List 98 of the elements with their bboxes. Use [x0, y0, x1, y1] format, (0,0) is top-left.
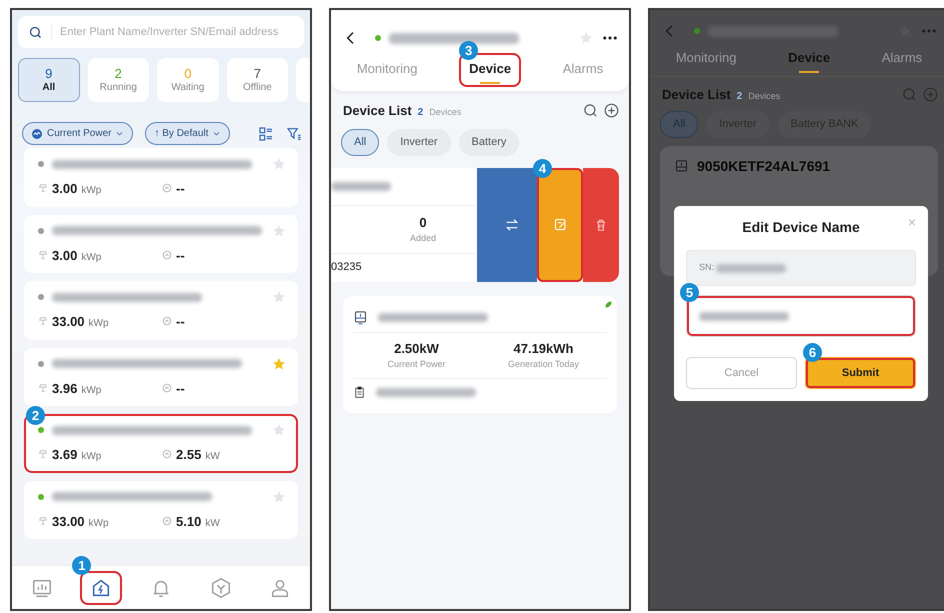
added-count: 0: [419, 214, 427, 232]
star-icon[interactable]: [272, 490, 286, 504]
solar-panel-icon: [38, 382, 48, 392]
step-number-badge: 1: [72, 556, 92, 574]
filter-dropdown[interactable]: ↑ By Default: [145, 122, 230, 145]
power-value: --: [176, 246, 185, 264]
add-icon[interactable]: [604, 102, 619, 118]
capacity-value: 3.00: [52, 180, 78, 198]
clipboard-icon: [353, 386, 366, 399]
star-icon[interactable]: [272, 356, 286, 370]
device-count-label: Devices: [748, 90, 780, 102]
cube-icon: [210, 576, 232, 598]
step-number-badge: 2: [26, 406, 45, 425]
swap-arrows-icon: [504, 216, 520, 232]
capacity-value: 33.00: [52, 512, 85, 530]
stat-value: 47.19kWh: [514, 340, 574, 358]
filter-icon[interactable]: [286, 126, 302, 142]
star-icon[interactable]: [272, 290, 286, 304]
gauge-icon: [31, 128, 43, 140]
power-value: --: [176, 180, 185, 198]
power-unit: kW: [205, 516, 220, 530]
stat-label: Current Power: [387, 358, 446, 371]
filter-dropdown[interactable]: Current Power: [22, 122, 134, 145]
capacity-unit: kWp: [81, 250, 102, 264]
star-icon[interactable]: [272, 224, 286, 238]
star-icon[interactable]: [272, 157, 286, 171]
capacity-value: 3.69: [52, 446, 78, 464]
search-icon[interactable]: [583, 102, 598, 118]
plant-card[interactable]: 3.96 kWp --: [24, 348, 298, 406]
filter-chip[interactable]: All: [341, 129, 380, 156]
status-dot: [694, 28, 700, 34]
added-label: Added: [410, 232, 436, 245]
capacity-value: 3.00: [52, 246, 78, 264]
power-value: 5.10: [176, 512, 202, 530]
device-count: 2: [736, 90, 742, 104]
device-name: 9050KETF24AL7691: [697, 156, 830, 176]
filter-chip[interactable]: Inverter: [387, 129, 451, 156]
chevron-down-icon: [115, 129, 124, 138]
inverter-icon: [353, 310, 368, 325]
status-tab[interactable]: 7 Offline: [226, 58, 288, 102]
plant-card[interactable]: 33.00 kWp --: [24, 281, 298, 340]
stat-value: 2.50kW: [394, 340, 439, 358]
blurred-value: [716, 264, 786, 272]
status-dot: [375, 35, 381, 41]
section-title: Device List: [343, 102, 412, 120]
solar-panel-icon: [38, 316, 48, 326]
filter-chip[interactable]: Battery: [458, 129, 520, 156]
section-title: Device List: [662, 86, 731, 104]
device-count-label: Devices: [429, 106, 462, 118]
blurred-text: [331, 182, 391, 190]
plant-card[interactable]: 33.00 kWp 5.10 kW: [24, 480, 298, 539]
gauge-icon: [162, 449, 172, 459]
capacity-unit: kWp: [81, 384, 102, 398]
grid-view-icon[interactable]: [258, 126, 274, 142]
capacity-unit: kWp: [81, 450, 102, 464]
solar-panel-icon: [38, 516, 48, 526]
star-icon[interactable]: [272, 423, 286, 437]
gauge-icon: [162, 183, 172, 193]
solar-panel-icon: [38, 449, 48, 459]
inverter-icon: [674, 158, 689, 174]
gauge-icon: [162, 316, 172, 326]
delete-button[interactable]: [583, 168, 619, 282]
device-count: 2: [418, 106, 424, 120]
edit-icon: [552, 217, 568, 232]
capacity-value: 33.00: [52, 313, 85, 331]
capacity-unit: kWp: [81, 184, 102, 198]
gauge-icon: [162, 250, 172, 260]
capacity-value: 3.96: [52, 380, 78, 398]
plant-card[interactable]: 3.00 kWp --: [24, 148, 298, 206]
solar-panel-icon: [38, 183, 48, 193]
status-tab-partial: [296, 58, 310, 102]
step-number-badge: 4: [533, 158, 552, 178]
gauge-icon: [162, 382, 172, 392]
star-icon[interactable]: [579, 31, 593, 45]
capacity-unit: kWp: [88, 317, 109, 331]
status-tab[interactable]: 2 Running: [88, 58, 150, 102]
plant-card[interactable]: 3.00 kWp --: [24, 214, 298, 273]
status-tab[interactable]: 0 Waiting: [157, 58, 219, 102]
power-value: 2.55: [176, 446, 202, 464]
capacity-unit: kWp: [88, 516, 109, 530]
chevron-down-icon: [212, 129, 222, 138]
solar-panel-icon: [38, 250, 48, 260]
power-value: --: [176, 313, 185, 331]
stat-label: Generation Today: [508, 358, 579, 371]
serial-number: 03235: [331, 260, 362, 276]
submit-button[interactable]: Submit: [805, 357, 916, 389]
gauge-icon: [162, 516, 172, 526]
trash-icon: [594, 218, 608, 232]
device-card[interactable]: 2.50kW Current Power 47.19kWh Generation Today: [343, 296, 617, 412]
power-unit: kW: [205, 450, 220, 464]
nav-tab[interactable]: [80, 570, 122, 604]
power-value: --: [176, 380, 185, 398]
search-icon: [28, 24, 43, 40]
dialog-title: Edit Device Name: [742, 219, 860, 235]
search-field[interactable]: Enter Plant Name/Inverter SN/Email address: [18, 16, 304, 48]
status-tab[interactable]: 9 All: [18, 58, 80, 102]
leaf-icon: [604, 300, 613, 308]
serial-number-field: SN:: [686, 250, 916, 286]
